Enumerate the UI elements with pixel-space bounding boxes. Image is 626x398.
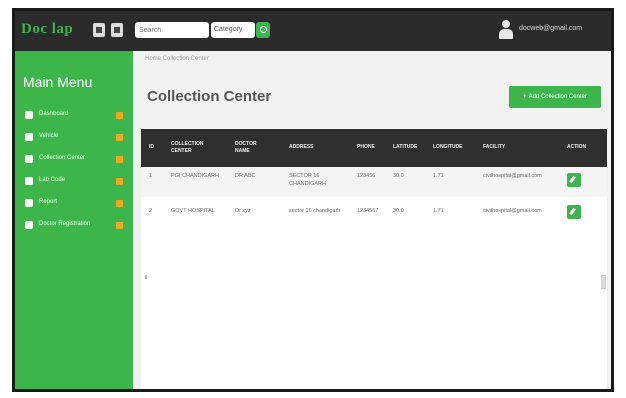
pin-icon [25,155,33,163]
column-header-center: COLLECTION CENTER [171,141,204,154]
badge-icon [116,178,123,185]
page-title: Collection Center [147,88,272,105]
sidebar-item-report[interactable]: Report [15,193,133,215]
badge-icon [116,200,123,207]
collection-center-table: ID COLLECTION CENTER DOCTOR NAME ADDRESS… [141,129,607,389]
breadcrumb[interactable]: Home Collection Center [145,56,209,62]
sidebar-item-vehicle[interactable]: Vehicle [15,127,133,149]
chart-icon [25,199,33,207]
cell-center: GOVT HOSPITAL [171,208,215,214]
add-button-label: Add Collection Center [528,94,587,100]
cell-center: PGI CHANDIGARH [171,173,219,179]
app-logo[interactable]: Doc lap [21,21,73,38]
table-row: 2 GOVT HOSPITAL Dr xyz sector 16 chandig… [141,197,607,227]
cell-latitude: 30.0 [393,208,404,214]
sidebar-toggle-icon[interactable] [93,23,105,37]
table-scrollbar[interactable] [601,275,606,289]
flask-icon [25,177,33,185]
table-header: ID COLLECTION CENTER DOCTOR NAME ADDRESS… [141,129,607,167]
sidebar-item-dashboard[interactable]: Dashboard [15,105,133,127]
edit-icon[interactable] [567,173,581,187]
cell-id: 1 [149,173,153,179]
app-window: Doc lap Category docweb@gmail.com Main M… [12,8,614,392]
cell-address: SECTOR 16 CHANDIGARH [289,173,326,187]
search-input[interactable] [135,22,209,38]
sidebar-item-lab-code[interactable]: Lab Code [15,171,133,193]
user-email-dropdown[interactable]: docweb@gmail.com [519,25,582,32]
table-row: 1 PGI CHANDIGARH DR ABC SECTOR 16 CHANDI… [141,167,607,197]
sidebar-item-label: Report [39,199,58,205]
car-icon [25,133,33,141]
badge-icon [116,134,123,141]
cell-doctor: DR ABC [235,173,256,179]
divider [145,275,147,279]
search-category-select[interactable]: Category [211,22,255,38]
main-content: Home Collection Center Collection Center… [133,51,611,389]
column-header-latitude: LATITUDE [393,144,418,150]
sidebar-item-doctor-registration[interactable]: Doctor Registration [15,215,133,237]
sidebar-item-label: Collection Center [39,155,86,161]
cell-longitude: 1.71 [433,208,444,214]
column-header-address: ADDRESS [289,144,314,150]
sidebar-item-label: Vehicle [39,133,59,139]
add-collection-center-button[interactable]: + Add Collection Center [509,86,601,108]
top-navbar: Doc lap Category docweb@gmail.com [15,11,611,51]
cell-facility: civilhospital@gmail.com [483,208,542,214]
plus-icon: + [523,94,527,100]
sidebar-item-collection-center[interactable]: Collection Center [15,149,133,171]
menu-toggle-icon[interactable] [111,23,123,37]
sidebar-item-label: Dashboard [39,111,69,117]
cell-phone: 123456 [357,173,376,179]
cell-doctor: Dr xyz [235,208,251,214]
column-header-facility: FACILITY [483,144,506,150]
sidebar-item-label: Doctor Registration [39,221,91,227]
sidebar-item-label: Lab Code [39,177,66,183]
cell-phone: 1234567 [357,208,379,214]
cell-latitude: 30.0 [393,173,404,179]
badge-icon [116,156,123,163]
cell-longitude: 1.71 [433,173,444,179]
sidebar: Main Menu Dashboard Vehicle Collection C… [15,51,133,389]
column-header-doctor: DOCTOR NAME [235,141,257,154]
home-icon [25,111,33,119]
badge-icon [116,222,123,229]
cell-facility: civilhospital@gmail.com [483,173,542,179]
search-button[interactable] [256,22,270,38]
user-plus-icon [25,221,33,229]
user-avatar-icon[interactable] [499,20,513,40]
column-header-id: ID [149,144,154,150]
cell-id: 2 [149,208,153,214]
cell-address: sector 16 chandigarh [289,208,341,214]
column-header-phone: PHONE [357,144,375,150]
column-header-action: ACTION [567,144,587,150]
sidebar-title: Main Menu [23,74,93,90]
edit-icon[interactable] [567,205,581,219]
column-header-longitude: LONGITUDE [433,144,463,150]
badge-icon [116,112,123,119]
